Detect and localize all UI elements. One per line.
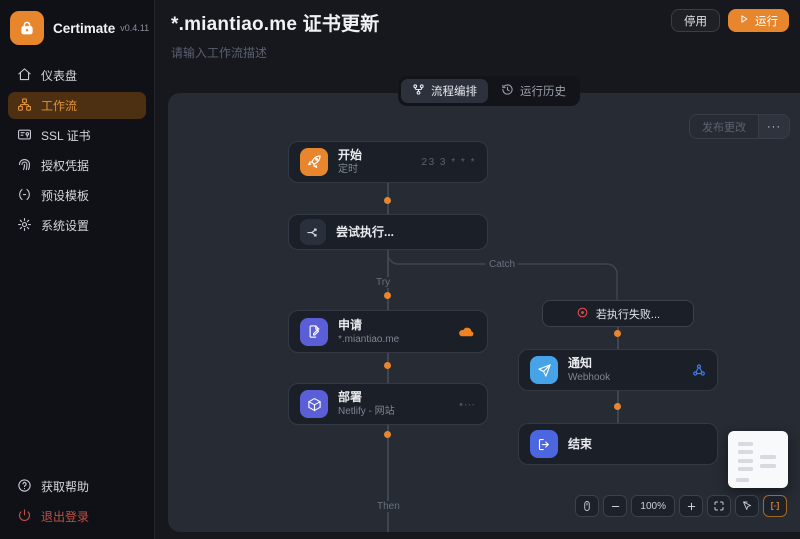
more-dots-icon: •⋯ xyxy=(459,398,476,411)
sidebar-footer: 获取帮助 退出登录 xyxy=(0,470,154,533)
node-subtitle: Netlify - 网站 xyxy=(338,406,395,417)
certificate-icon xyxy=(17,127,32,145)
minimap-node xyxy=(738,467,753,471)
cron-expression: 23 3 * * * xyxy=(421,156,476,168)
minimap-node xyxy=(760,455,776,459)
node-subtitle: 定时 xyxy=(338,164,358,175)
publish-group: 发布更改 ··· xyxy=(689,114,790,139)
paper-plane-icon xyxy=(530,356,558,384)
view-tabbar: 流程编排 运行历史 xyxy=(398,76,580,106)
node-try-block[interactable]: 尝试执行... xyxy=(288,214,488,250)
zoom-in-button[interactable] xyxy=(679,495,703,517)
workflow-description-input[interactable]: 请输入工作流描述 xyxy=(171,44,267,61)
minimap-node xyxy=(736,478,749,482)
run-history-icon xyxy=(501,83,514,99)
node-notify[interactable]: 通知 Webhook xyxy=(518,349,718,391)
minimap[interactable] xyxy=(728,431,788,488)
node-subtitle: Webhook xyxy=(568,372,611,383)
add-node-dot[interactable] xyxy=(384,431,391,438)
publish-changes-button[interactable]: 发布更改 xyxy=(690,115,758,138)
exit-icon xyxy=(530,430,558,458)
branch-label-catch: Catch xyxy=(486,259,519,270)
main-area: *.miantiao.me 证书更新 请输入工作流描述 停用 运行 流程编排 运… xyxy=(155,0,800,539)
flow-design-icon xyxy=(412,83,425,99)
file-pen-icon xyxy=(300,317,328,346)
node-title: 尝试执行... xyxy=(336,225,395,239)
app-version: v0.4.11 xyxy=(120,23,150,33)
node-title: 若执行失败... xyxy=(595,308,661,321)
node-start[interactable]: 开始 定时 23 3 * * * xyxy=(288,141,488,183)
minimap-node xyxy=(738,442,753,446)
sidebar-item-help[interactable]: 获取帮助 xyxy=(8,473,146,500)
branch-label-try: Try xyxy=(373,277,394,288)
sidebar: Certimate v0.4.11 仪表盘 工作流 SSL 证书 授权凭据 预设… xyxy=(0,0,155,539)
dashboard-home-icon xyxy=(17,67,32,85)
node-title: 结束 xyxy=(568,437,593,451)
add-node-dot[interactable] xyxy=(384,292,391,299)
cloudflare-icon xyxy=(457,325,476,338)
node-title: 开始 xyxy=(338,148,363,162)
sidebar-item-workflows[interactable]: 工作流 xyxy=(8,92,146,119)
brand-row: Certimate v0.4.11 xyxy=(0,0,154,59)
minimap-node xyxy=(760,464,776,468)
logout-power-icon xyxy=(17,508,32,526)
sidebar-item-logout[interactable]: 退出登录 xyxy=(8,503,146,530)
header-actions: 停用 运行 xyxy=(671,9,789,32)
app-window: Certimate v0.4.11 仪表盘 工作流 SSL 证书 授权凭据 预设… xyxy=(0,0,800,539)
sidebar-item-settings[interactable]: 系统设置 xyxy=(8,212,146,239)
node-end[interactable]: 结束 xyxy=(518,423,718,465)
brand-name: Certimate xyxy=(53,20,116,36)
branch-label-then: Then xyxy=(374,501,403,512)
edge-deploy-then xyxy=(387,425,389,532)
more-options-button[interactable]: ··· xyxy=(758,115,789,138)
minimap-toggle-button[interactable] xyxy=(763,495,787,517)
add-node-dot[interactable] xyxy=(614,403,621,410)
workflow-icon xyxy=(17,97,32,115)
tab-flow-design[interactable]: 流程编排 xyxy=(401,79,488,103)
sidebar-item-ssl-certificates[interactable]: SSL 证书 xyxy=(8,122,146,149)
node-subtitle: *.miantiao.me xyxy=(338,333,400,345)
minimap-node xyxy=(738,450,753,454)
settings-gear-icon xyxy=(17,217,32,235)
sidebar-item-credentials[interactable]: 授权凭据 xyxy=(8,152,146,179)
fit-view-button[interactable] xyxy=(707,495,731,517)
pan-mouse-icon[interactable] xyxy=(575,495,600,517)
node-deploy[interactable]: 部署 Netlify - 网站 •⋯ xyxy=(288,383,488,425)
webhook-icon xyxy=(692,363,706,377)
node-catch-block[interactable]: 若执行失败... xyxy=(542,300,694,327)
branch-split-icon xyxy=(300,219,326,245)
add-node-dot[interactable] xyxy=(384,197,391,204)
add-node-dot[interactable] xyxy=(384,362,391,369)
add-node-dot[interactable] xyxy=(614,330,621,337)
node-title: 通知 xyxy=(568,356,593,370)
workflow-title: *.miantiao.me 证书更新 xyxy=(171,14,380,35)
sidebar-nav: 仪表盘 工作流 SSL 证书 授权凭据 预设模板 系统设置 xyxy=(0,62,154,239)
help-icon xyxy=(17,478,32,496)
record-dot-icon xyxy=(576,306,589,322)
zoom-out-button[interactable] xyxy=(603,495,628,517)
sidebar-item-templates[interactable]: 预设模板 xyxy=(8,182,146,209)
node-apply[interactable]: 申请 *.miantiao.me xyxy=(288,310,488,353)
canvas-toolbar: 100% xyxy=(575,495,787,517)
template-icon xyxy=(17,187,32,205)
workflow-canvas[interactable]: 发布更改 ··· Try Catch Then 开始 定时 23 3 * * *… xyxy=(168,93,800,532)
minimap-node xyxy=(738,459,753,463)
disable-button[interactable]: 停用 xyxy=(671,9,720,32)
tab-run-history[interactable]: 运行历史 xyxy=(490,79,577,103)
run-button[interactable]: 运行 xyxy=(728,9,789,32)
package-icon xyxy=(300,390,328,418)
cursor-select-button[interactable] xyxy=(735,495,759,517)
play-icon xyxy=(739,14,749,27)
credentials-icon xyxy=(17,157,32,175)
node-title: 申请 xyxy=(338,317,363,332)
node-title: 部署 xyxy=(338,390,363,404)
rocket-icon xyxy=(300,148,328,176)
zoom-level[interactable]: 100% xyxy=(631,495,675,517)
sidebar-item-dashboard[interactable]: 仪表盘 xyxy=(8,62,146,89)
certimate-lock-icon xyxy=(10,11,44,45)
